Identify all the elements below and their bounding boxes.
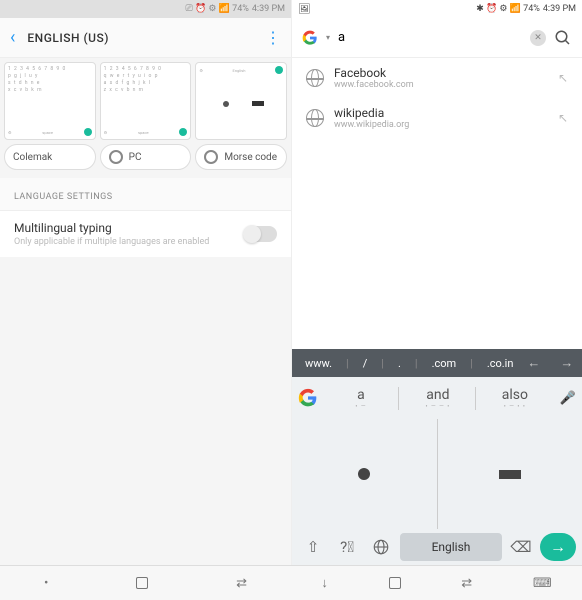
morse-dot-key[interactable]: [292, 419, 437, 529]
insert-arrow-icon[interactable]: ↖: [558, 111, 568, 125]
setting-title: Multilingual typing: [14, 221, 245, 235]
morse-dash-key[interactable]: [438, 419, 582, 529]
toggle-switch[interactable]: [245, 226, 277, 242]
status-icons: ⎚ ⏰ ⚙ 📶 74%: [186, 4, 249, 14]
shift-key[interactable]: ⇧: [298, 533, 328, 561]
nav-down-icon[interactable]: ↓: [321, 575, 328, 591]
image-icon: 🖼: [298, 4, 311, 15]
nav-recents-icon[interactable]: [136, 577, 148, 589]
layout-preview-morse[interactable]: ⚙English: [195, 62, 287, 140]
status-bar-right: 🖼 ✱ ⏰ ⚙ 📶 74% 4:39 PM: [292, 0, 582, 18]
cursor-right-icon[interactable]: →: [555, 355, 578, 371]
insert-arrow-icon[interactable]: ↖: [558, 71, 568, 85]
layout-radios: Colemak PC Morse code: [0, 144, 291, 178]
keyboard-previews: 1 2 3 4 5 6 7 8 9 0p g j l u ys t d h n …: [0, 58, 291, 144]
url-shortcut-row: www.| /| .| .com| .co.in ←→: [292, 349, 582, 377]
radio-circle-icon: [204, 150, 218, 164]
search-bar: ▾ ✕: [292, 18, 582, 58]
back-icon[interactable]: ‹: [10, 27, 15, 48]
status-bar-left: ⎚ ⏰ ⚙ 📶 74% 4:39 PM: [0, 0, 291, 18]
status-icons: ✱ ⏰ ⚙ 📶 74%: [476, 4, 540, 14]
nav-recents-icon[interactable]: [389, 577, 401, 589]
globe-icon: [306, 69, 324, 87]
google-logo-icon: [302, 30, 318, 46]
google-icon[interactable]: [298, 388, 318, 408]
status-time: 4:39 PM: [543, 4, 576, 14]
keyboard-bottom-row: ⇧ ?⃝ English ⌫ →: [292, 529, 582, 565]
key-slash[interactable]: /: [358, 357, 373, 370]
dropdown-icon[interactable]: ▾: [326, 33, 330, 42]
candidate-1[interactable]: a• —: [324, 387, 399, 410]
suggestion-wikipedia[interactable]: wikipediawww.wikipedia.org ↖: [292, 98, 582, 138]
backspace-key[interactable]: ⌫: [506, 533, 536, 561]
clear-icon[interactable]: ✕: [530, 30, 546, 46]
suggestion-facebook[interactable]: Facebookwww.facebook.com ↖: [292, 58, 582, 98]
key-dot[interactable]: .: [393, 357, 406, 370]
key-www[interactable]: www.: [300, 357, 337, 370]
globe-icon: [306, 109, 324, 127]
nav-bar-right: ↓ ⇄ ⌨: [291, 565, 582, 600]
layout-preview-colemak[interactable]: 1 2 3 4 5 6 7 8 9 0p g j l u ys t d h n …: [4, 62, 96, 140]
candidate-2[interactable]: and• — — •: [401, 387, 476, 410]
page-title: ENGLISH (US): [27, 31, 109, 45]
radio-circle-icon: [109, 150, 123, 164]
radio-morse[interactable]: Morse code: [195, 144, 287, 170]
status-time: 4:39 PM: [252, 4, 285, 14]
help-key[interactable]: ?⃝: [332, 533, 362, 561]
keyboard-right: www.| /| .| .com| .co.in ←→ a• — and• — …: [292, 349, 582, 565]
setting-multilingual[interactable]: Multilingual typing Only applicable if m…: [0, 211, 291, 257]
key-coin[interactable]: .co.in: [482, 357, 519, 370]
section-header: LANGUAGE SETTINGS: [0, 178, 291, 211]
mic-icon[interactable]: 🎤: [560, 391, 576, 406]
more-icon[interactable]: ⋮: [265, 28, 281, 47]
search-input[interactable]: [338, 30, 522, 45]
key-com[interactable]: .com: [427, 357, 462, 370]
setting-subtitle: Only applicable if multiple languages ar…: [14, 237, 245, 247]
cursor-left-icon[interactable]: ←: [522, 355, 545, 371]
candidate-3[interactable]: also• — • •: [478, 387, 552, 410]
nav-keyboard-icon[interactable]: ⌨: [533, 576, 552, 591]
nav-bar-left: • ⇄: [0, 565, 291, 600]
language-key[interactable]: [366, 533, 396, 561]
layout-preview-pc[interactable]: 1 2 3 4 5 6 7 8 9 0q w e r t y u i o pa …: [100, 62, 192, 140]
header-left: ‹ ENGLISH (US) ⋮: [0, 18, 291, 58]
search-icon[interactable]: [554, 29, 572, 47]
radio-colemak[interactable]: Colemak: [4, 144, 96, 170]
nav-dot-icon[interactable]: •: [44, 576, 48, 591]
spacebar[interactable]: English: [400, 533, 502, 561]
enter-key[interactable]: →: [540, 533, 576, 561]
nav-back-icon[interactable]: ⇄: [461, 576, 472, 591]
radio-pc[interactable]: PC: [100, 144, 192, 170]
system-nav-bars: • ⇄ ↓ ⇄ ⌨: [0, 565, 582, 600]
nav-back-icon[interactable]: ⇄: [236, 576, 247, 591]
candidate-row: a• — and• — — • also• — • • 🎤: [292, 377, 582, 419]
morse-input-area: [292, 419, 582, 529]
